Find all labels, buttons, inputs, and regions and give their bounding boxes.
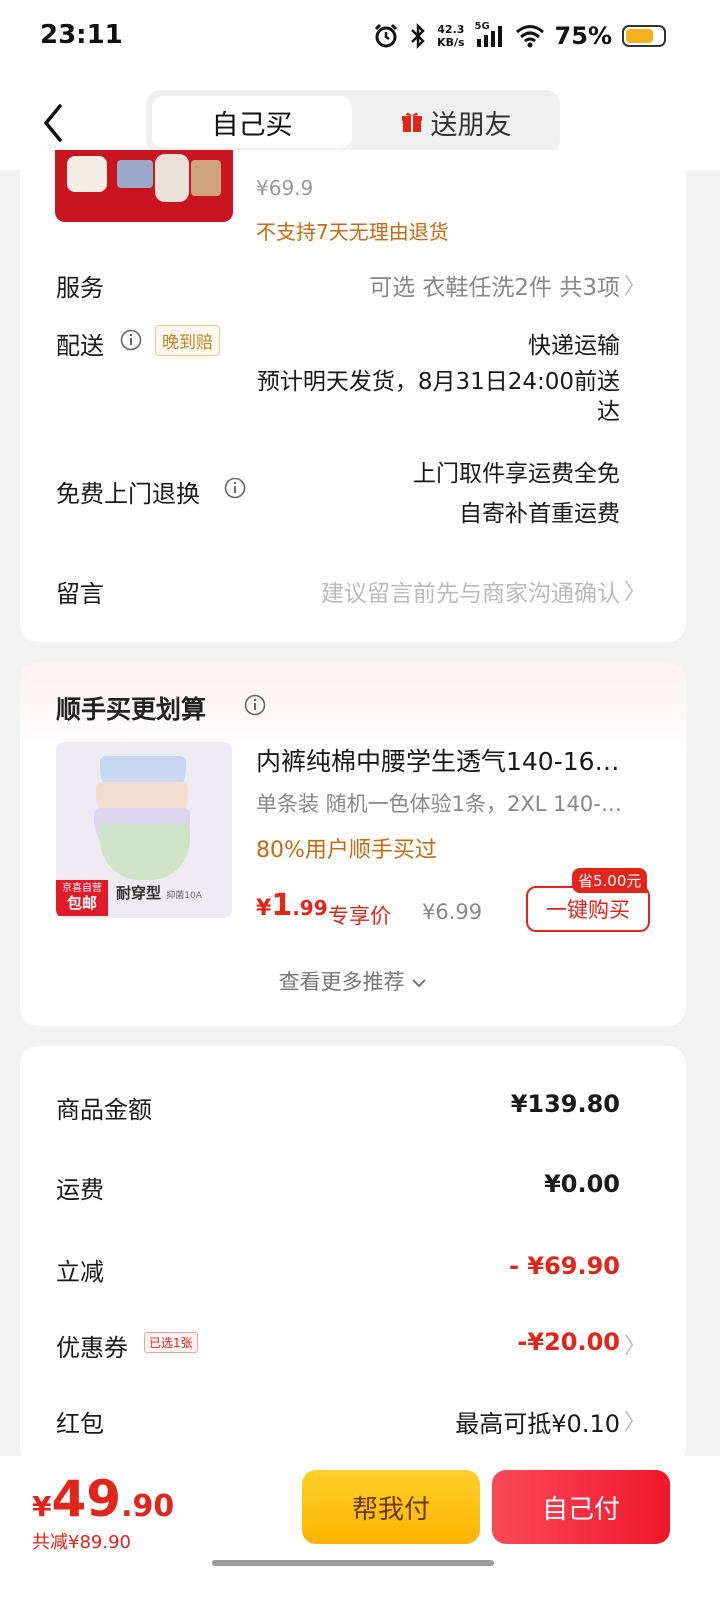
free-shipping-tag: 京喜自营 包邮: [56, 880, 108, 916]
info-icon[interactable]: [120, 329, 142, 351]
status-bar: 23:11 42.3 KB/s 5G 75%: [0, 0, 720, 76]
red-packet-value[interactable]: 最高可抵¥0.10: [455, 1404, 620, 1439]
recommend-original-price: ¥6.99: [422, 900, 483, 924]
pay-myself-button[interactable]: 自己付: [492, 1470, 670, 1544]
image-caption: 耐穿型 抑菌10A: [116, 884, 202, 902]
back-arrow-icon[interactable]: [34, 98, 74, 148]
service-label: 服务: [56, 274, 104, 302]
goods-amount-label: 商品金额: [56, 1096, 152, 1124]
save-amount-tag: 省5.00元: [572, 868, 648, 893]
free-return-line2: 自寄补首重运费: [459, 501, 620, 527]
tab-send-to-friend-label: 送朋友: [430, 109, 512, 141]
info-icon[interactable]: [244, 694, 266, 716]
battery-percent: 75%: [554, 22, 612, 50]
info-icon[interactable]: [224, 477, 246, 499]
recommend-title: 顺手买更划算: [56, 695, 207, 724]
delivery-estimate-cont: 达: [597, 399, 620, 425]
service-value[interactable]: 可选 衣鞋任洗2件 共3项: [369, 268, 620, 302]
cell-signal-icon: 5G: [475, 21, 505, 49]
coupon-value[interactable]: -¥20.00: [517, 1328, 620, 1356]
total-price: ¥49.90: [32, 1470, 175, 1528]
message-input[interactable]: 建议留言前先与商家沟通确认: [321, 574, 620, 608]
shipping-value: ¥0.00: [544, 1170, 620, 1198]
goods-amount-value: ¥139.80: [510, 1090, 620, 1118]
tab-buy-for-self[interactable]: 自己买: [152, 96, 352, 148]
coupon-selected-badge: 已选1张: [144, 1332, 198, 1353]
recommend-product-spec[interactable]: 单条装 随机一色体验1条，2XL 140-…: [256, 788, 656, 818]
red-packet-label: 红包: [56, 1410, 104, 1438]
return-policy-note: 不支持7天无理由退货: [256, 220, 449, 244]
chevron-right-icon[interactable]: 〉: [624, 574, 646, 606]
delivery-method: 快递运输: [528, 333, 620, 359]
home-indicator[interactable]: [212, 1560, 494, 1566]
purchase-mode-switch: 自己买 送朋友: [146, 90, 560, 154]
recommend-product-image[interactable]: 京喜自营 包邮 耐穿型 抑菌10A: [56, 742, 232, 918]
tab-send-to-friend[interactable]: 送朋友: [356, 96, 556, 148]
chevron-right-icon[interactable]: 〉: [624, 268, 646, 300]
more-recommend-link[interactable]: 查看更多推荐: [20, 966, 686, 996]
free-return-line1: 上门取件享运费全免: [413, 461, 620, 487]
bluetooth-icon: [411, 23, 425, 49]
product-original-price: ¥69.9: [256, 176, 314, 200]
chevron-right-icon[interactable]: 〉: [624, 1404, 646, 1436]
battery-fill: [626, 29, 653, 43]
order-info-card: ¥69.9 不支持7天无理由退货 服务 可选 衣鞋任洗2件 共3项 〉 配送 晚…: [20, 150, 686, 642]
battery-icon: [622, 25, 666, 47]
discount-value: - ¥69.90: [509, 1252, 620, 1280]
recommend-price: ¥1.99: [256, 888, 328, 923]
wifi-icon: [515, 25, 544, 48]
shipping-label: 运费: [56, 1176, 104, 1204]
product-image[interactable]: [55, 150, 233, 222]
coupon-label: 优惠券: [56, 1334, 128, 1362]
status-icons: 42.3 KB/s 5G 75%: [373, 21, 666, 50]
recommend-product-name[interactable]: 内裤纯棉中腰学生透气140-16…: [256, 742, 656, 778]
net-speed: 42.3 KB/s: [437, 23, 465, 49]
checkout-bar: ¥49.90 共减¥89.90 帮我付 自己付: [0, 1456, 720, 1600]
exclusive-price-label: 专享价: [328, 904, 391, 928]
late-compensation-badge: 晚到赔: [155, 325, 220, 356]
chevron-down-icon: [412, 979, 427, 988]
status-time: 23:11: [40, 20, 123, 50]
free-return-label: 免费上门退换: [56, 480, 200, 508]
price-summary-card: 商品金额 ¥139.80 运费 ¥0.00 立减 - ¥69.90 优惠券 已选…: [20, 1046, 686, 1466]
help-me-pay-button[interactable]: 帮我付: [302, 1470, 480, 1544]
delivery-estimate: 预计明天发货，8月31日24:00前送: [256, 369, 620, 395]
chevron-right-icon[interactable]: 〉: [624, 1328, 646, 1360]
recommend-card: 顺手买更划算 京喜自营 包邮 耐穿型 抑菌10A 内裤纯棉中腰学生透气140-1…: [20, 662, 686, 1026]
alarm-icon: [375, 23, 398, 48]
message-label: 留言: [56, 580, 104, 608]
discount-label: 立减: [56, 1258, 104, 1286]
total-saved: 共减¥89.90: [32, 1532, 131, 1553]
gift-icon: [401, 112, 422, 132]
recommend-users-note: 80%用户顺手买过: [256, 838, 437, 863]
delivery-label: 配送: [56, 332, 104, 360]
